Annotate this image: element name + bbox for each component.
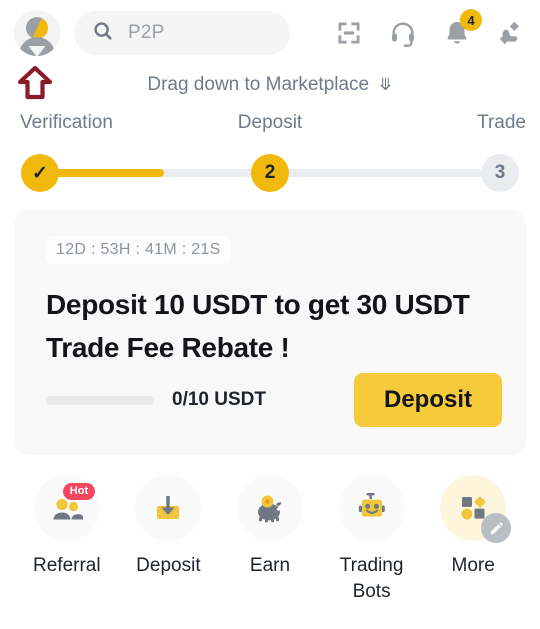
stepper-label-trade: Trade: [477, 112, 526, 133]
stepper-labels: Verification Deposit Trade: [0, 112, 540, 140]
promo-progress-label: 0/10 USDT: [172, 389, 266, 410]
drag-down-hint-label: Drag down to Marketplace: [147, 74, 370, 95]
check-icon: ✓: [32, 162, 48, 184]
promo-countdown-timer: 12D : 53H : 41M : 21S: [46, 236, 231, 264]
bell-icon[interactable]: 4: [442, 9, 482, 48]
search-placeholder: P2P: [128, 22, 165, 43]
quick-action-more[interactable]: More: [424, 475, 522, 579]
chevron-double-down-icon: ⤋: [378, 75, 393, 94]
promo-card[interactable]: 12D : 53H : 41M : 21S Deposit 10 USDT to…: [14, 210, 526, 455]
stepper-step-3-trade[interactable]: 3: [481, 154, 519, 192]
top-icon-group: 4: [334, 9, 526, 48]
deposit-arrow-icon: [135, 475, 202, 541]
hand-diamond-icon[interactable]: [496, 18, 526, 48]
notification-badge: 4: [460, 9, 482, 31]
quick-actions-row: Hot Referral Deposit Earn Trading Bots M…: [0, 475, 540, 604]
user-avatar[interactable]: [14, 10, 60, 56]
stepper-step-3-number: 3: [494, 162, 506, 183]
quick-action-earn[interactable]: Earn: [221, 475, 319, 579]
referral-hot-badge: Hot: [62, 483, 96, 501]
onboarding-stepper: Verification Deposit Trade ✓ 2 3: [0, 112, 540, 192]
more-shapes-icon: [440, 475, 512, 543]
robot-icon: [338, 475, 405, 541]
search-icon: [92, 20, 114, 47]
search-input[interactable]: P2P: [74, 11, 290, 55]
top-bar: P2P 4: [0, 0, 540, 66]
quick-action-deposit[interactable]: Deposit: [119, 475, 217, 579]
promo-progress-bar: [46, 395, 154, 405]
promo-title: Deposit 10 USDT to get 30 USDT Trade Fee…: [46, 289, 470, 363]
stepper-step-2-number: 2: [264, 162, 276, 183]
quick-action-deposit-label: Deposit: [136, 555, 201, 576]
referral-people-icon: Hot: [33, 475, 100, 541]
edit-icon[interactable]: [481, 513, 512, 543]
stepper-label-verification: Verification: [20, 112, 113, 133]
stepper-label-deposit: Deposit: [237, 112, 303, 133]
stepper-step-1-verification[interactable]: ✓: [21, 154, 59, 192]
promo-footer: 0/10 USDT Deposit: [46, 373, 502, 427]
quick-action-trading-bots[interactable]: Trading Bots: [323, 475, 421, 604]
quick-action-more-label: More: [451, 555, 495, 576]
quick-action-earn-label: Earn: [249, 555, 291, 576]
drag-down-hint[interactable]: Drag down to Marketplace ⤋: [0, 74, 540, 96]
stepper-step-2-deposit[interactable]: 2: [251, 154, 289, 192]
quick-action-referral[interactable]: Hot Referral: [18, 475, 116, 579]
quick-action-trading-bots-label: Trading Bots: [339, 555, 404, 602]
piggy-bank-icon: [236, 475, 303, 541]
quick-action-referral-label: Referral: [33, 555, 101, 576]
avatar-head-icon: [26, 17, 48, 39]
deposit-button[interactable]: Deposit: [353, 373, 502, 427]
headset-icon[interactable]: [388, 18, 418, 48]
scan-icon[interactable]: [334, 18, 364, 48]
